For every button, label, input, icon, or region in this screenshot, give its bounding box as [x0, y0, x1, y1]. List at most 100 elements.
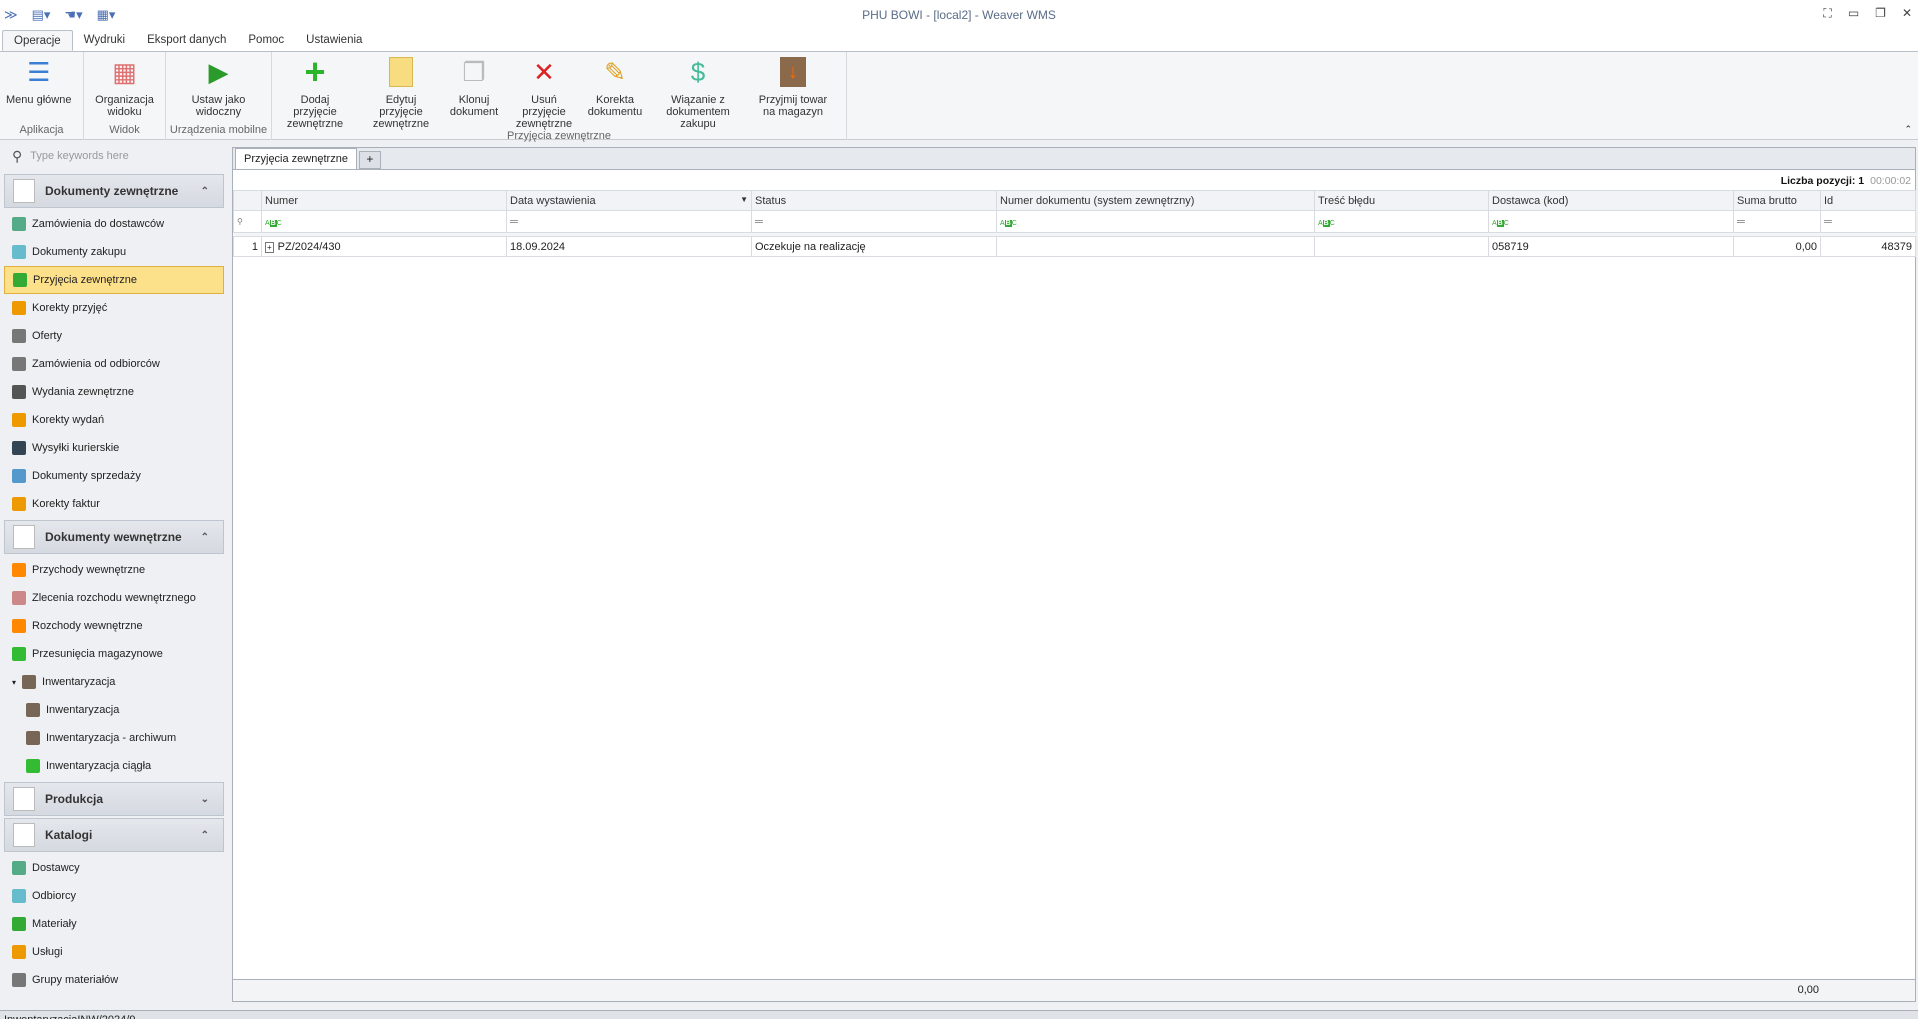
- column-header[interactable]: Data wystawienia ▼: [506, 190, 752, 211]
- przyjmij-towar-button[interactable]: ↓ Przyjmij towar na magazyn: [750, 52, 836, 130]
- item-icon: [12, 329, 26, 343]
- fullscreen-icon[interactable]: ⛶: [1823, 6, 1831, 21]
- chevron-up-icon[interactable]: ⌃: [201, 532, 209, 543]
- tab-ustawienia[interactable]: Ustawienia: [295, 30, 373, 51]
- doc-tab-przyjecia[interactable]: Przyjęcia zewnętrzne: [235, 148, 357, 169]
- filter-cell[interactable]: ABC: [1488, 210, 1734, 233]
- menu-tabs: Operacje Wydruki Eksport danych Pomoc Us…: [0, 30, 1918, 52]
- sidebar-item[interactable]: Materiały: [0, 910, 228, 938]
- sidebar-item[interactable]: Zamówienia od odbiorców: [0, 350, 228, 378]
- column-header[interactable]: Suma brutto: [1733, 190, 1821, 211]
- sidebar-item[interactable]: Odbiorcy: [0, 882, 228, 910]
- cell-numer-zewn[interactable]: [996, 236, 1315, 257]
- column-header[interactable]: Numer dokumentu (system zewnętrzny): [996, 190, 1315, 211]
- tab-operacje[interactable]: Operacje: [2, 30, 73, 51]
- filter-cell[interactable]: ABC: [1314, 210, 1489, 233]
- cell-numer[interactable]: + PZ/2024/430: [261, 236, 507, 257]
- document-dropdown-icon[interactable]: ▤▾: [32, 7, 51, 23]
- sidebar-item[interactable]: ▾ Inwentaryzacja: [0, 668, 228, 696]
- wiazanie-button[interactable]: $ Wiązanie z dokumentem zakupu: [646, 52, 750, 130]
- cell-blad[interactable]: [1314, 236, 1489, 257]
- sidebar-item[interactable]: Przyjęcia zewnętrzne: [4, 266, 224, 294]
- tab-eksport-danych[interactable]: Eksport danych: [136, 30, 237, 51]
- filter-cell[interactable]: ABC: [261, 210, 507, 233]
- ustaw-jako-widoczny-button[interactable]: ▶ Ustaw jako widoczny: [166, 52, 271, 124]
- sidebar-group-header[interactable]: Katalogi ⌃: [4, 818, 224, 852]
- sidebar-item[interactable]: Inwentaryzacja ciągła: [0, 752, 228, 780]
- filter-cell[interactable]: ═: [506, 210, 752, 233]
- dodaj-przyjecie-button[interactable]: + Dodaj przyjęcie zewnętrzne: [272, 52, 358, 131]
- item-icon: [12, 945, 26, 959]
- sidebar-group-header[interactable]: Dokumenty wewnętrzne ⌃: [4, 520, 224, 554]
- chevron-up-icon[interactable]: ⌃: [201, 830, 209, 841]
- abc-dropdown-icon[interactable]: ▦▾: [97, 7, 116, 23]
- sidebar-item[interactable]: Dokumenty zakupu: [0, 238, 228, 266]
- item-icon: [26, 731, 40, 745]
- menu-glowne-button[interactable]: ☰ Menu główne: [0, 52, 77, 124]
- tab-pomoc[interactable]: Pomoc: [237, 30, 295, 51]
- restore-button[interactable]: ❐: [1875, 6, 1886, 21]
- group-widok: ▦ Organizacja widoku Widok: [84, 52, 166, 140]
- collapse-arrow-icon[interactable]: ▾: [12, 678, 16, 687]
- filter-cell[interactable]: ═: [1733, 210, 1821, 233]
- cell-dostawca[interactable]: 058719: [1488, 236, 1734, 257]
- sidebar-search[interactable]: ⚲ Type keywords here: [0, 140, 228, 172]
- sidebar-item[interactable]: Korekty wydań: [0, 406, 228, 434]
- sidebar-item[interactable]: Usługi: [0, 938, 228, 966]
- sidebar-item[interactable]: Grupy materiałów: [0, 966, 228, 994]
- cell-status[interactable]: Oczekuje na realizację: [751, 236, 997, 257]
- item-icon: [12, 497, 26, 511]
- sort-desc-icon: ▼: [740, 194, 748, 204]
- chevron-down-icon[interactable]: ⌄: [201, 794, 209, 805]
- organizacja-widoku-button[interactable]: ▦ Organizacja widoku: [84, 52, 165, 124]
- sidebar-item[interactable]: Przychody wewnętrzne: [0, 556, 228, 584]
- sidebar-item[interactable]: Korekty faktur: [0, 490, 228, 518]
- expand-icon[interactable]: +: [265, 241, 274, 253]
- money-icon: $: [690, 57, 706, 87]
- korekta-dokumentu-button[interactable]: ✎ Korekta dokumentu: [584, 52, 646, 130]
- sidebar-item[interactable]: Inwentaryzacja - archiwum: [0, 724, 228, 752]
- filter-cell[interactable]: ABC: [996, 210, 1315, 233]
- sidebar-item[interactable]: Zlecenia rozchodu wewnętrznego: [0, 584, 228, 612]
- filter-cell[interactable]: ═: [751, 210, 997, 233]
- column-header[interactable]: Status: [751, 190, 997, 211]
- sidebar-item[interactable]: Przesunięcia magazynowe: [0, 640, 228, 668]
- sidebar-item[interactable]: Zamówienia do dostawców: [0, 210, 228, 238]
- add-tab-button[interactable]: +: [358, 151, 381, 169]
- sidebar: ⚲ Type keywords here Dokumenty zewnętrzne…: [0, 140, 228, 1010]
- sidebar-item[interactable]: Dostawcy: [0, 854, 228, 882]
- sidebar-item[interactable]: Oferty: [0, 322, 228, 350]
- close-button[interactable]: ✕: [1902, 6, 1912, 21]
- sidebar-item[interactable]: Rozchody wewnętrzne: [0, 612, 228, 640]
- chevron-up-icon[interactable]: ⌃: [201, 186, 209, 197]
- sidebar-item[interactable]: Dokumenty sprzedaży: [0, 462, 228, 490]
- pencil-icon: ✎: [604, 57, 626, 87]
- column-header[interactable]: Numer: [261, 190, 507, 211]
- klonuj-dokument-button[interactable]: ❐ Klonuj dokument: [444, 52, 504, 130]
- app-menu-icon[interactable]: ≫: [4, 7, 18, 23]
- tab-wydruki[interactable]: Wydruki: [73, 30, 136, 51]
- sidebar-group-header[interactable]: Produkcja ⌄: [4, 782, 224, 816]
- sidebar-item[interactable]: Wysyłki kurierskie: [0, 434, 228, 462]
- sidebar-group-header[interactable]: Dokumenty zewnętrzne ⌃: [4, 174, 224, 208]
- box-down-icon: ↓: [777, 56, 809, 88]
- column-label: Numer dokumentu (system zewnętrzny): [1000, 194, 1195, 207]
- collapse-ribbon-icon[interactable]: ⌃: [1904, 124, 1912, 135]
- sidebar-item[interactable]: Korekty przyjęć: [0, 294, 228, 322]
- sidebar-item[interactable]: Inwentaryzacja: [0, 696, 228, 724]
- sidebar-item[interactable]: Wydania zewnętrzne: [0, 378, 228, 406]
- edytuj-przyjecie-button[interactable]: Edytuj przyjęcie zewnętrzne: [358, 52, 444, 130]
- search-input[interactable]: Type keywords here: [30, 150, 128, 162]
- hand-dropdown-icon[interactable]: ☚▾: [64, 7, 82, 23]
- usun-przyjecie-button[interactable]: ✕ Usuń przyjęcie zewnętrzne: [504, 52, 584, 130]
- group-label: Dokumenty zewnętrzne: [45, 184, 179, 198]
- minimize-button[interactable]: ▭: [1848, 6, 1859, 21]
- filter-cell[interactable]: ═: [1820, 210, 1916, 233]
- column-header[interactable]: Dostawca (kod): [1488, 190, 1734, 211]
- column-header[interactable]: Id: [1820, 190, 1916, 211]
- table-row[interactable]: 1 + PZ/2024/430 18.09.2024 Oczekuje na re…: [233, 236, 1916, 257]
- column-header[interactable]: Treść błędu: [1314, 190, 1489, 211]
- cell-id[interactable]: 48379: [1820, 236, 1916, 257]
- cell-suma[interactable]: 0,00: [1733, 236, 1821, 257]
- cell-data[interactable]: 18.09.2024: [506, 236, 752, 257]
